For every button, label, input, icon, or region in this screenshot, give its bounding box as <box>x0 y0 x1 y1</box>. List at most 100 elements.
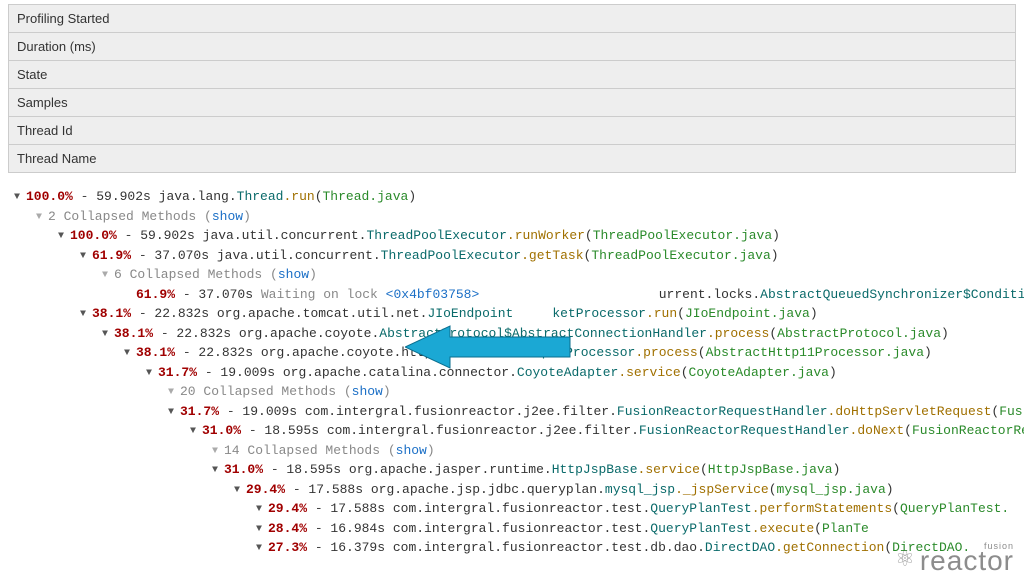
toggle-icon[interactable]: ▼ <box>124 346 134 361</box>
time: 17.588s <box>330 501 392 516</box>
call-tree: ▼100.0% - 59.902s java.lang.Thread.run(T… <box>0 173 1024 566</box>
toggle-icon[interactable]: ▼ <box>256 541 266 556</box>
pct: 31.0% <box>224 462 263 477</box>
pct: 29.4% <box>246 482 285 497</box>
tree-row[interactable]: ▼100.0% - 59.902s java.util.concurrent.T… <box>14 226 1016 246</box>
tree-row[interactable]: ▼2 Collapsed Methods (show) <box>14 207 1016 227</box>
toggle-icon[interactable]: ▼ <box>168 405 178 420</box>
tree-row[interactable]: ▼31.0% - 18.595s org.apache.jasper.runti… <box>14 460 1016 480</box>
tree-row[interactable]: 61.9% - 37.070s Waiting on lock <0x4bf03… <box>14 285 1016 305</box>
package: org.apache.tomcat.util.net. <box>217 306 428 321</box>
time: 59.902s <box>96 189 158 204</box>
pct: 29.4% <box>268 501 307 516</box>
toggle-icon[interactable]: ▼ <box>58 229 68 244</box>
tree-row[interactable]: ▼38.1% - 22.832s org.apache.tomcat.util.… <box>14 304 1016 324</box>
class: ThreadPoolExecutor <box>381 248 521 263</box>
toggle-icon[interactable]: ▼ <box>190 424 200 439</box>
toggle-icon[interactable]: ▼ <box>168 385 178 400</box>
method: .doNext <box>850 423 905 438</box>
toggle-icon[interactable]: ▼ <box>102 268 112 283</box>
toggle-icon[interactable]: ▼ <box>36 210 46 225</box>
time: 22.832s <box>198 345 260 360</box>
source-file: FusionReactorRe <box>912 423 1024 438</box>
tree-row[interactable]: ▼38.1% - 22.832s org.apache.coyote.http1… <box>14 343 1016 363</box>
pct: 61.9% <box>136 287 175 302</box>
tree-row[interactable]: ▼6 Collapsed Methods (show) <box>14 265 1016 285</box>
package: org.apache.jasper.runtime. <box>349 462 552 477</box>
atom-icon: ⚛ <box>895 546 916 572</box>
time: 18.595s <box>264 423 326 438</box>
tree-row[interactable]: ▼14 Collapsed Methods (show) <box>14 441 1016 461</box>
time: 37.070s <box>154 248 216 263</box>
method: .getConnection <box>775 540 884 555</box>
tree-row[interactable]: ▼31.0% - 18.595s com.intergral.fusionrea… <box>14 421 1016 441</box>
tree-row[interactable]: ▼27.3% - 16.379s com.intergral.fusionrea… <box>14 538 1016 558</box>
class: AbstractHttp11Processor <box>456 345 635 360</box>
collapsed-label: 6 Collapsed Methods <box>114 267 270 282</box>
pct: 100.0% <box>70 228 117 243</box>
package: com.intergral.fusionreactor.test.db.dao. <box>393 540 705 555</box>
time: 59.902s <box>140 228 202 243</box>
package: java.lang. <box>159 189 237 204</box>
toggle-icon[interactable]: ▼ <box>80 249 90 264</box>
class: ThreadPoolExecutor <box>366 228 506 243</box>
toggle-icon[interactable]: ▼ <box>256 522 266 537</box>
pct: 31.7% <box>180 404 219 419</box>
toggle-icon[interactable]: ▼ <box>102 327 112 342</box>
show-link[interactable]: show <box>212 209 243 224</box>
method: .run <box>283 189 314 204</box>
method: .doHttpServletRequest <box>828 404 992 419</box>
time: 16.379s <box>330 540 392 555</box>
show-link[interactable]: show <box>352 384 383 399</box>
method: ._jspService <box>675 482 769 497</box>
toggle-icon[interactable]: ▼ <box>256 502 266 517</box>
source-file: JIoEndpoint.java <box>685 306 810 321</box>
tree-row[interactable]: ▼28.4% - 16.984s com.intergral.fusionrea… <box>14 519 1016 539</box>
toggle-icon[interactable]: ▼ <box>212 463 222 478</box>
time: 17.588s <box>308 482 370 497</box>
source-file: mysql_jsp.java <box>777 482 886 497</box>
row-thread-name: Thread Name <box>9 145 1015 173</box>
tree-row[interactable]: ▼61.9% - 37.070s java.util.concurrent.Th… <box>14 246 1016 266</box>
class: CoyoteAdapter <box>517 365 618 380</box>
tree-row[interactable]: ▼29.4% - 17.588s com.intergral.fusionrea… <box>14 499 1016 519</box>
method: .performStatements <box>752 501 892 516</box>
pct: 27.3% <box>268 540 307 555</box>
source-file: Thread.java <box>323 189 409 204</box>
show-link[interactable]: show <box>396 443 427 458</box>
tree-row[interactable]: ▼29.4% - 17.588s org.apache.jsp.jdbc.que… <box>14 480 1016 500</box>
package: org.apache.coyote.http11. <box>261 345 456 360</box>
class: AbstractProtocol$AbstractConnectionHandl… <box>379 326 707 341</box>
package: com.intergral.fusionreactor.j2ee.filter. <box>305 404 617 419</box>
method: .execute <box>752 521 814 536</box>
source-file: ThreadPoolExecutor.java <box>591 248 770 263</box>
pct: 31.7% <box>158 365 197 380</box>
source-file: Fus <box>999 404 1022 419</box>
source-file: HttpJspBase.java <box>708 462 833 477</box>
tree-row[interactable]: ▼31.7% - 19.009s com.intergral.fusionrea… <box>14 402 1016 422</box>
toggle-icon[interactable]: ▼ <box>212 444 222 459</box>
toggle-icon[interactable]: ▼ <box>80 307 90 322</box>
package: com.intergral.fusionreactor.test. <box>393 501 650 516</box>
toggle-icon[interactable]: ▼ <box>14 190 24 205</box>
pct: 28.4% <box>268 521 307 536</box>
tree-row[interactable]: ▼31.7% - 19.009s org.apache.catalina.con… <box>14 363 1016 383</box>
class: HttpJspBase <box>552 462 638 477</box>
source-file: AbstractProtocol.java <box>777 326 941 341</box>
class: QueryPlanTest <box>650 501 751 516</box>
tree-row[interactable]: ▼20 Collapsed Methods (show) <box>14 382 1016 402</box>
tree-row[interactable]: ▼38.1% - 22.832s org.apache.coyote.Abstr… <box>14 324 1016 344</box>
pct: 38.1% <box>114 326 153 341</box>
toggle-icon[interactable]: ▼ <box>146 366 156 381</box>
collapsed-label: 14 Collapsed Methods <box>224 443 388 458</box>
show-link[interactable]: show <box>278 267 309 282</box>
toggle-icon[interactable]: ▼ <box>234 483 244 498</box>
row-profiling-started: Profiling Started <box>9 5 1015 33</box>
row-duration: Duration (ms) <box>9 33 1015 61</box>
watermark-big: reactor <box>920 545 1014 576</box>
waiting-label: Waiting on lock <box>261 287 386 302</box>
time: 22.832s <box>176 326 238 341</box>
source-file: CoyoteAdapter.java <box>689 365 829 380</box>
tree-row[interactable]: ▼100.0% - 59.902s java.lang.Thread.run(T… <box>14 187 1016 207</box>
method: .process <box>635 345 697 360</box>
